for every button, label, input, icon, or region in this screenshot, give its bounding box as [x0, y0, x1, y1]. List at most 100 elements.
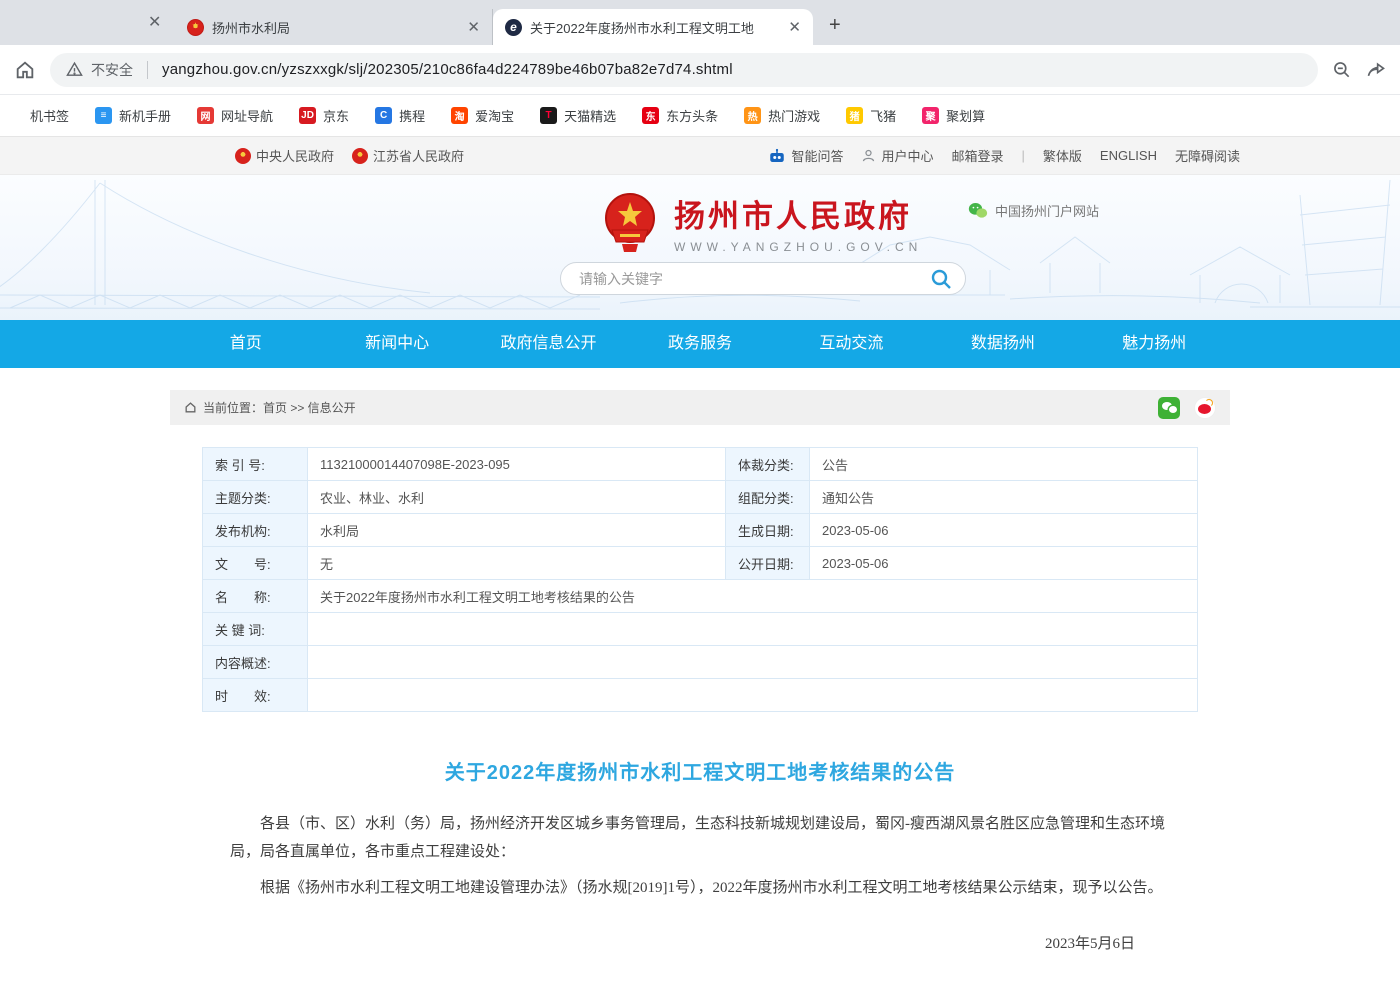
- table-label: 生成日期:: [726, 514, 810, 546]
- table-value: 关于2022年度扬州市水利工程文明工地考核结果的公告: [308, 580, 1197, 612]
- link-label: 智能问答: [791, 146, 843, 165]
- bookmark-label: 天猫精选: [564, 106, 616, 125]
- bookmark-favicon-icon: C: [375, 107, 392, 124]
- bookmark-item[interactable]: 机书签: [6, 106, 69, 125]
- portal-link[interactable]: 中国扬州门户网站: [968, 201, 1099, 220]
- link-user-center[interactable]: 用户中心: [861, 146, 933, 165]
- link-smart-qa[interactable]: 智能问答: [768, 146, 843, 165]
- new-tab-button[interactable]: +: [829, 14, 841, 37]
- nav-item[interactable]: 政务服务: [624, 320, 775, 368]
- table-label: 时 效:: [203, 679, 308, 711]
- link-traditional[interactable]: 繁体版: [1043, 146, 1082, 165]
- share-icon[interactable]: [1366, 60, 1386, 80]
- table-row: 关 键 词:: [203, 613, 1197, 646]
- table-label: 关 键 词:: [203, 613, 308, 645]
- site-logo[interactable]: 扬州市人民政府 WWW.YANGZHOU.GOV.CN: [600, 191, 922, 254]
- table-value: 11321000014407098E-2023-095: [308, 448, 726, 480]
- bookmark-favicon-icon: 猪: [846, 107, 863, 124]
- table-row: 发布机构: 水利局 生成日期: 2023-05-06: [203, 514, 1197, 547]
- nav-item[interactable]: 数据扬州: [927, 320, 1078, 368]
- close-icon[interactable]: ✕: [148, 12, 161, 32]
- search-icon[interactable]: [929, 267, 953, 291]
- breadcrumb-label[interactable]: 当前位置：首页 >> 信息公开: [203, 399, 356, 416]
- nav-item[interactable]: 互动交流: [776, 320, 927, 368]
- bookmark-label: 爱淘宝: [475, 106, 514, 125]
- table-row: 内容概述:: [203, 646, 1197, 679]
- user-icon: [861, 148, 876, 163]
- table-value: 水利局: [308, 514, 726, 546]
- article-paragraph: 各县（市、区）水利（务）局，扬州经济开发区城乡事务管理局，生态科技新城规划建设局…: [230, 811, 1170, 867]
- bookmark-item[interactable]: JD 京东: [299, 106, 349, 125]
- robot-icon: [768, 148, 786, 164]
- bookmark-item[interactable]: 聚 聚划算: [922, 106, 985, 125]
- bookmark-item[interactable]: 淘 爱淘宝: [451, 106, 514, 125]
- table-value: 公告: [810, 448, 1197, 480]
- search-box: [560, 262, 966, 295]
- gov-utility-bar: 中央人民政府 江苏省人民政府 智能问答 用户中心 邮箱登录 | 繁体版 ENGL…: [0, 137, 1400, 175]
- bookmark-item[interactable]: ≡ 新机手册: [95, 106, 171, 125]
- table-row: 时 效:: [203, 679, 1197, 712]
- nav-item[interactable]: 新闻中心: [321, 320, 472, 368]
- nav-item[interactable]: 首页: [170, 320, 321, 368]
- table-value: 2023-05-06: [810, 547, 1197, 579]
- table-label: 内容概述:: [203, 646, 308, 678]
- security-label: 不安全: [91, 60, 133, 80]
- tab-shuiliju[interactable]: 扬州市水利局 ✕: [175, 9, 493, 45]
- browser-toolbar: 不安全 yangzhou.gov.cn/yzszxxgk/slj/202305/…: [0, 45, 1400, 95]
- main-navigation: 首页 新闻中心 政府信息公开 政务服务 互动交流 数据扬州 魅力扬州: [0, 320, 1400, 368]
- home-icon: [184, 401, 197, 414]
- table-label: 发布机构:: [203, 514, 308, 546]
- portal-label: 中国扬州门户网站: [995, 201, 1099, 220]
- bookmark-label: 机书签: [30, 106, 69, 125]
- table-row: 主题分类: 农业、林业、水利 组配分类: 通知公告: [203, 481, 1197, 514]
- weibo-share-icon[interactable]: [1194, 397, 1216, 419]
- article-title: 关于2022年度扬州市水利工程文明工地考核结果的公告: [230, 756, 1170, 785]
- bookmark-item[interactable]: 东 东方头条: [642, 106, 718, 125]
- bookmark-item[interactable]: 热 热门游戏: [744, 106, 820, 125]
- search-input[interactable]: [579, 271, 929, 287]
- nav-item[interactable]: 政府信息公开: [473, 320, 624, 368]
- link-accessibility[interactable]: 无障碍阅读: [1175, 146, 1240, 165]
- gov-emblem-icon: [235, 148, 251, 164]
- document-info-table: 索 引 号: 11321000014407098E-2023-095 体裁分类:…: [202, 447, 1198, 712]
- bookmark-item[interactable]: 网 网址导航: [197, 106, 273, 125]
- table-value: [308, 613, 1197, 645]
- link-jiangsu-gov[interactable]: 江苏省人民政府: [352, 146, 464, 165]
- link-label: 江苏省人民政府: [373, 146, 464, 165]
- bookmark-item[interactable]: T 天猫精选: [540, 106, 616, 125]
- bookmark-favicon-icon: 淘: [451, 107, 468, 124]
- wechat-share-icon[interactable]: [1158, 397, 1180, 419]
- bookmark-favicon-icon: JD: [299, 107, 316, 124]
- table-row: 文 号: 无 公开日期: 2023-05-06: [203, 547, 1197, 580]
- table-row: 名 称: 关于2022年度扬州市水利工程文明工地考核结果的公告: [203, 580, 1197, 613]
- article-paragraph: 根据《扬州市水利工程文明工地建设管理办法》（扬水规[2019]1号），2022年…: [230, 875, 1170, 903]
- nav-item[interactable]: 魅力扬州: [1079, 320, 1230, 368]
- bookmark-favicon-icon: 热: [744, 107, 761, 124]
- site-favicon-icon: e: [505, 19, 522, 36]
- table-label: 文 号:: [203, 547, 308, 579]
- table-label: 主题分类:: [203, 481, 308, 513]
- url-text: yangzhou.gov.cn/yzszxxgk/slj/202305/210c…: [162, 61, 733, 78]
- bookmark-favicon-icon: ≡: [95, 107, 112, 124]
- url-bar[interactable]: 不安全 yangzhou.gov.cn/yzszxxgk/slj/202305/…: [50, 53, 1318, 87]
- article-body: 关于2022年度扬州市水利工程文明工地考核结果的公告 各县（市、区）水利（务）局…: [170, 756, 1230, 997]
- table-value: [308, 679, 1197, 711]
- bookmark-item[interactable]: 猪 飞猪: [846, 106, 896, 125]
- bookmark-label: 飞猪: [870, 106, 896, 125]
- close-icon[interactable]: ✕: [465, 18, 482, 36]
- link-mail-login[interactable]: 邮箱登录: [951, 146, 1003, 165]
- table-value: 2023-05-06: [810, 514, 1197, 546]
- link-label: 中央人民政府: [256, 146, 334, 165]
- table-label: 名 称:: [203, 580, 308, 612]
- link-central-gov[interactable]: 中央人民政府: [235, 146, 334, 165]
- zoom-out-icon[interactable]: [1332, 60, 1352, 80]
- bookmark-label: 聚划算: [946, 106, 985, 125]
- gov-emblem-icon: [352, 148, 368, 164]
- bookmark-item[interactable]: C 携程: [375, 106, 425, 125]
- home-icon[interactable]: [14, 59, 36, 81]
- tab-announcement-active[interactable]: e 关于2022年度扬州市水利工程文明工地 ✕: [493, 9, 813, 45]
- link-english[interactable]: ENGLISH: [1100, 148, 1157, 163]
- bookmark-label: 网址导航: [221, 106, 273, 125]
- close-icon[interactable]: ✕: [786, 18, 803, 36]
- divider: |: [1022, 148, 1025, 163]
